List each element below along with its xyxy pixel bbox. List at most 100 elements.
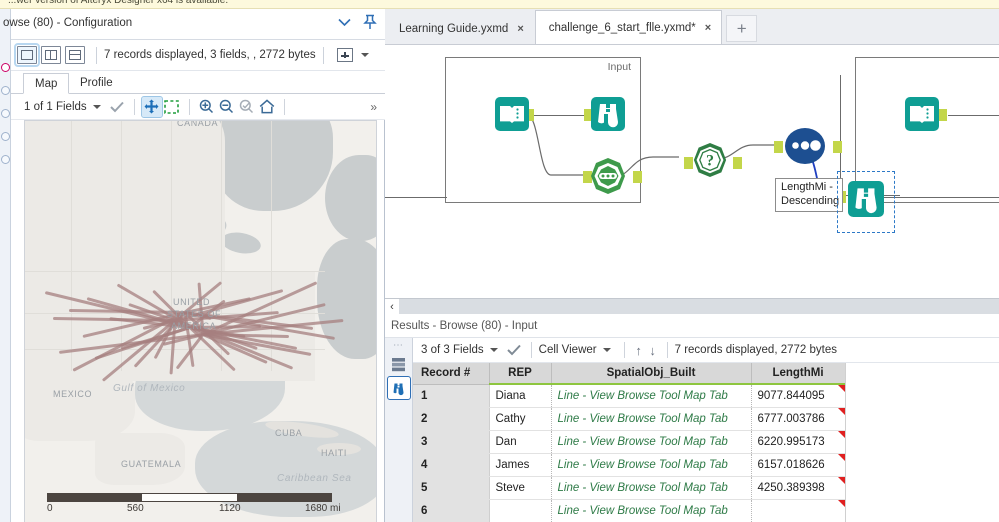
table-row[interactable]: 4 James Line - View Browse Tool Map Tab 615…: [413, 453, 846, 477]
drag-handle-dots[interactable]: ⋯: [385, 340, 412, 351]
cell-length-mi[interactable]: 6157.018626: [751, 453, 846, 477]
browse-tool-top[interactable]: [591, 97, 625, 131]
results-data-grid[interactable]: Record # REP SpatialObj_Built LengthMi 1…: [413, 363, 999, 522]
rail-icon-3[interactable]: [1, 132, 10, 141]
truncated-value-flag-icon: [837, 499, 845, 507]
cell-spatial-object[interactable]: Line - View Browse Tool Map Tab: [551, 453, 752, 477]
cell-length-mi[interactable]: 4250.389398: [751, 476, 846, 500]
file-tab-learning-guide[interactable]: Learning Guide.yxmd ×: [385, 13, 535, 44]
table-row[interactable]: 6 Line - View Browse Tool Map Tab: [413, 499, 846, 522]
zoom-home-tool[interactable]: [257, 97, 277, 117]
cell-rep[interactable]: Steve: [489, 476, 552, 500]
truncated-value-flag-icon: [837, 407, 845, 415]
split-horizontal-view-button[interactable]: [65, 46, 85, 64]
toolbar-divider-2: [322, 46, 324, 64]
cell-length-mi[interactable]: [751, 499, 846, 522]
column-header-lengthmi[interactable]: LengthMi: [751, 363, 846, 385]
column-header-spatialobj[interactable]: SpatialObj_Built: [551, 363, 752, 385]
grid-empty-area: [845, 363, 999, 522]
input-data-tool[interactable]: [495, 97, 529, 131]
column-header-record[interactable]: Record #: [413, 363, 490, 385]
anchor-input-sort[interactable]: [774, 141, 783, 153]
single-pane-view-button[interactable]: [14, 43, 40, 67]
tab-profile[interactable]: Profile: [69, 73, 124, 94]
table-row[interactable]: 3 Dan Line - View Browse Tool Map Tab 6220.…: [413, 430, 846, 454]
cell-spatial-object[interactable]: Line - View Browse Tool Map Tab: [551, 430, 752, 454]
rail-icon-2[interactable]: [1, 109, 10, 118]
anchor-output-select[interactable]: [633, 171, 642, 183]
output-data-tool[interactable]: [905, 97, 939, 131]
table-row[interactable]: 1 Diana Line - View Browse Tool Map Tab 907…: [413, 384, 846, 408]
workflow-canvas[interactable]: Input Output: [385, 45, 999, 298]
sort-tool[interactable]: [784, 127, 826, 165]
cell-rep[interactable]: Cathy: [489, 407, 552, 431]
zoom-in-tool[interactable]: [197, 97, 217, 117]
cell-spatial-object[interactable]: Line - View Browse Tool Map Tab: [551, 476, 752, 500]
tab-map[interactable]: Map: [23, 73, 70, 94]
zoom-out-tool[interactable]: [217, 97, 237, 117]
unknown-tool[interactable]: ?: [692, 142, 728, 178]
move-down-icon[interactable]: ↓: [646, 343, 660, 358]
config-panel-title: owse (80) - Configuration: [3, 17, 133, 29]
connection-output-right[interactable]: [948, 115, 999, 116]
tooltip-line-1: LengthMi -: [781, 181, 833, 193]
add-column-menu-button[interactable]: [336, 48, 375, 62]
checkmark-icon[interactable]: [107, 97, 127, 117]
results-panel-header: Results - Browse (80) - Input: [385, 314, 999, 338]
plus-box-icon: [336, 48, 353, 62]
browse-results-icon[interactable]: [386, 376, 411, 400]
results-fields-selector[interactable]: 3 of 3 Fields: [421, 344, 484, 356]
table-row[interactable]: 2 Cathy Line - View Browse Tool Map Tab 677…: [413, 407, 846, 431]
chevron-down-icon[interactable]: [92, 104, 101, 109]
chevron-down-icon[interactable]: [489, 348, 498, 352]
sort-tool-tooltip: LengthMi - Descending: [775, 178, 843, 212]
select-box-tool[interactable]: [162, 97, 182, 117]
cell-record-number: 5: [413, 476, 490, 500]
rail-icon-0[interactable]: [1, 63, 10, 72]
checkmark-icon[interactable]: [504, 340, 524, 360]
anchor-output-question[interactable]: [733, 157, 742, 169]
split-vertical-view-button[interactable]: [41, 46, 61, 64]
cell-spatial-object[interactable]: Line - View Browse Tool Map Tab: [551, 407, 752, 431]
browse-tool-selected[interactable]: [848, 181, 884, 217]
results-table: Record # REP SpatialObj_Built LengthMi 1…: [413, 363, 846, 522]
select-tool[interactable]: [589, 157, 627, 195]
connection-browse-right[interactable]: [882, 197, 999, 198]
cell-rep[interactable]: Dan: [489, 430, 552, 454]
close-icon[interactable]: ×: [705, 22, 711, 34]
pin-icon[interactable]: [363, 14, 377, 30]
file-tab-challenge-6[interactable]: challenge_6_start_flle.yxmd* ×: [534, 10, 723, 44]
zoom-selection-tool[interactable]: [237, 97, 257, 117]
cell-length-mi[interactable]: 6777.003786: [751, 407, 846, 431]
anchor-output-sort[interactable]: [833, 141, 842, 153]
column-header-rep[interactable]: REP: [489, 363, 552, 385]
binoculars-icon: [591, 97, 625, 131]
cell-rep[interactable]: James: [489, 453, 552, 477]
canvas-horizontal-scrollbar[interactable]: ‹: [385, 298, 999, 315]
anchor-output-output-tool[interactable]: [938, 109, 947, 121]
cell-spatial-object[interactable]: Line - View Browse Tool Map Tab: [551, 384, 752, 408]
more-tools-button[interactable]: »: [370, 100, 377, 114]
table-row[interactable]: 5 Steve Line - View Browse Tool Map Tab 425…: [413, 476, 846, 500]
cell-viewer-selector[interactable]: Cell Viewer: [539, 344, 597, 356]
move-up-icon[interactable]: ↑: [632, 343, 646, 358]
cell-spatial-object[interactable]: Line - View Browse Tool Map Tab: [551, 499, 752, 522]
connection-left-edge[interactable]: [385, 197, 447, 198]
book-icon: [495, 97, 529, 131]
pan-tool[interactable]: [140, 95, 163, 118]
chevron-down-icon[interactable]: [338, 18, 351, 27]
cell-length-mi[interactable]: 9077.844095: [751, 384, 846, 408]
close-icon[interactable]: ×: [517, 23, 523, 35]
rail-icon-4[interactable]: [1, 155, 10, 164]
cell-length-mi[interactable]: 6220.995173: [751, 430, 846, 454]
scroll-left-icon[interactable]: ‹: [385, 298, 399, 315]
cell-rep[interactable]: Diana: [489, 384, 552, 408]
fields-selector-label[interactable]: 1 of 1 Fields: [24, 101, 87, 113]
new-tab-button[interactable]: +: [726, 15, 758, 42]
map-view[interactable]: CANADA UNITED STATES OF AMERICA MEXICO GUATEM…: [24, 120, 377, 522]
tooltip-line-2: Descending: [781, 194, 840, 207]
data-stack-icon[interactable]: [388, 353, 410, 375]
chevron-down-icon[interactable]: [602, 348, 611, 352]
cell-rep[interactable]: [489, 499, 552, 522]
rail-icon-1[interactable]: [1, 86, 10, 95]
